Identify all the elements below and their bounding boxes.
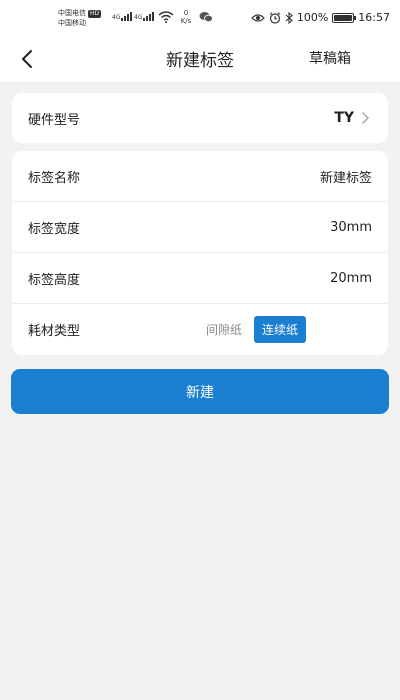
drafts-button[interactable]: 草稿箱: [309, 48, 351, 68]
bluetooth-icon: [285, 11, 293, 24]
right-status-group: 100% 16:57: [250, 11, 390, 24]
network-type-2: 4G: [134, 14, 143, 21]
carrier-info: 中国电信 HD 中国移动: [58, 8, 102, 28]
network-speed: 0 K/s: [178, 9, 194, 25]
media-type-options: 间隙纸 连续纸: [202, 316, 307, 343]
label-width-value[interactable]: 30mm: [330, 220, 372, 235]
label-settings-card: 标签名称 新建标签 标签宽度 30mm 标签高度 20mm 耗材类型 间隙纸 连…: [12, 151, 388, 355]
signal-2-icon: 4G: [134, 12, 155, 21]
hd-badge: HD: [88, 10, 102, 18]
label-width-label: 标签宽度: [28, 221, 81, 237]
battery-percent: 100%: [296, 11, 329, 24]
speed-unit: K/s: [180, 17, 192, 25]
label-height-value[interactable]: 20mm: [330, 271, 372, 286]
carrier-2: 中国移动: [58, 19, 86, 27]
hardware-model-label: 硬件型号: [28, 112, 81, 128]
label-width-row[interactable]: 标签宽度 30mm: [12, 202, 388, 253]
signal-1-icon: 4G: [112, 12, 133, 21]
status-bar: 中国电信 HD 中国移动 4G 4G 0 K/s 100% 16:57: [0, 0, 400, 36]
wifi-icon: [158, 11, 174, 23]
wechat-icon: [199, 12, 213, 23]
hardware-model-row[interactable]: 硬件型号 TY: [12, 93, 388, 143]
battery-icon: [332, 12, 357, 23]
carrier-1: 中国电信: [58, 9, 86, 17]
label-name-label: 标签名称: [28, 170, 81, 186]
media-type-row: 耗材类型 间隙纸 连续纸: [12, 304, 388, 355]
label-name-row[interactable]: 标签名称 新建标签: [12, 151, 388, 202]
media-option-gap-paper[interactable]: 间隙纸: [202, 317, 246, 342]
label-height-label: 标签高度: [28, 272, 81, 288]
eye-icon: [250, 13, 265, 22]
create-button[interactable]: 新建: [11, 369, 389, 414]
speed-value: 0: [183, 9, 189, 17]
clock: 16:57: [358, 11, 390, 24]
nav-bar: 新建标签 草稿箱: [0, 36, 400, 82]
chevron-right-icon: [361, 111, 370, 125]
label-name-value[interactable]: 新建标签: [320, 167, 372, 186]
network-type-1: 4G: [112, 14, 121, 21]
alarm-icon: [269, 11, 281, 24]
media-type-label: 耗材类型: [28, 324, 81, 339]
hardware-model-value: TY: [334, 110, 354, 126]
media-option-continuous-paper[interactable]: 连续纸: [254, 316, 307, 343]
hardware-card: 硬件型号 TY: [12, 93, 388, 143]
label-height-row[interactable]: 标签高度 20mm: [12, 253, 388, 304]
